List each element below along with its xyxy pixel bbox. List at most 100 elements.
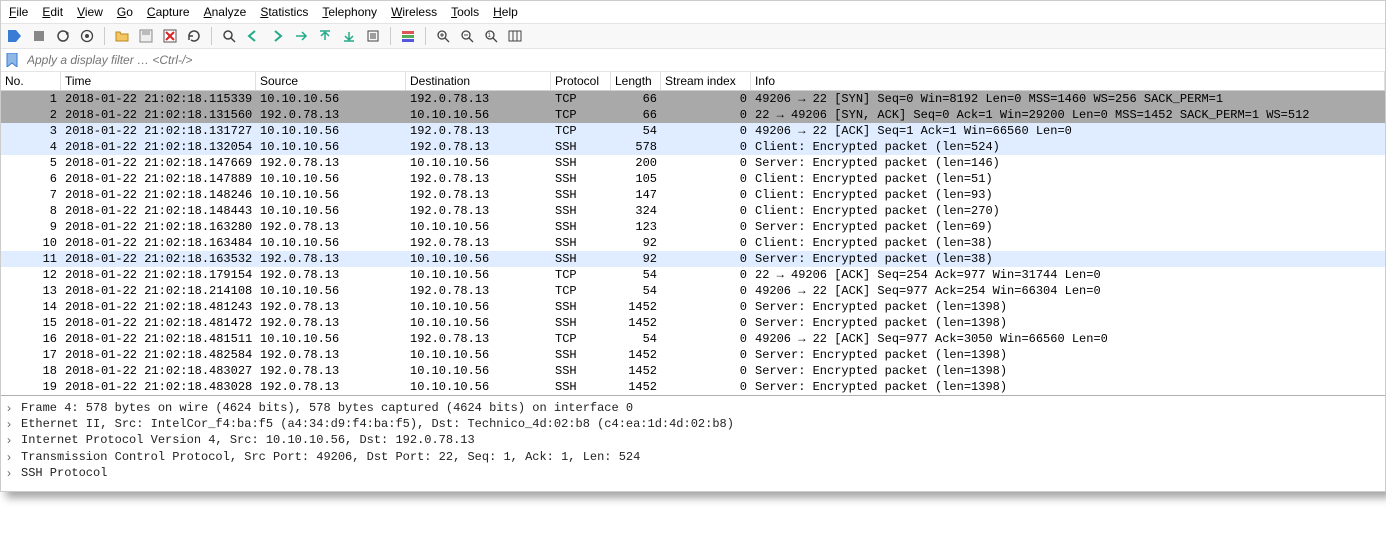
start-capture-icon[interactable] [5, 26, 25, 46]
detail-text: Transmission Control Protocol, Src Port:… [21, 449, 640, 465]
cell-time: 2018-01-22 21:02:18.179154 [61, 267, 256, 283]
cell-dest: 192.0.78.13 [406, 171, 551, 187]
packet-row[interactable]: 172018-01-22 21:02:18.482584192.0.78.131… [1, 347, 1385, 363]
capture-options-icon[interactable] [77, 26, 97, 46]
go-forward-icon[interactable] [267, 26, 287, 46]
open-file-icon[interactable] [112, 26, 132, 46]
restart-capture-icon[interactable] [53, 26, 73, 46]
detail-row[interactable]: ›Internet Protocol Version 4, Src: 10.10… [7, 432, 1379, 448]
packet-row[interactable]: 12018-01-22 21:02:18.11533910.10.10.5619… [1, 91, 1385, 107]
cell-info: Client: Encrypted packet (len=270) [751, 203, 1385, 219]
col-header-info[interactable]: Info [751, 72, 1385, 90]
col-header-time[interactable]: Time [61, 72, 256, 90]
packet-row[interactable]: 102018-01-22 21:02:18.16348410.10.10.561… [1, 235, 1385, 251]
cell-source: 192.0.78.13 [256, 219, 406, 235]
go-last-icon[interactable] [339, 26, 359, 46]
packet-row[interactable]: 92018-01-22 21:02:18.163280192.0.78.1310… [1, 219, 1385, 235]
col-header-proto[interactable]: Protocol [551, 72, 611, 90]
packet-row[interactable]: 142018-01-22 21:02:18.481243192.0.78.131… [1, 299, 1385, 315]
packet-list-header[interactable]: No. Time Source Destination Protocol Len… [1, 72, 1385, 91]
find-packet-icon[interactable] [219, 26, 239, 46]
packet-row[interactable]: 32018-01-22 21:02:18.13172710.10.10.5619… [1, 123, 1385, 139]
cell-time: 2018-01-22 21:02:18.214108 [61, 283, 256, 299]
cell-time: 2018-01-22 21:02:18.482584 [61, 347, 256, 363]
packet-row[interactable]: 62018-01-22 21:02:18.14788910.10.10.5619… [1, 171, 1385, 187]
expand-icon[interactable]: › [7, 449, 19, 465]
cell-source: 192.0.78.13 [256, 107, 406, 123]
cell-time: 2018-01-22 21:02:18.163484 [61, 235, 256, 251]
auto-scroll-icon[interactable] [363, 26, 383, 46]
close-file-icon[interactable] [160, 26, 180, 46]
menu-help[interactable]: Help [493, 5, 518, 19]
packet-row[interactable]: 192018-01-22 21:02:18.483028192.0.78.131… [1, 379, 1385, 395]
zoom-reset-icon[interactable]: 1 [481, 26, 501, 46]
menu-tools[interactable]: Tools [451, 5, 479, 19]
cell-info: Server: Encrypted packet (len=1398) [751, 363, 1385, 379]
menu-analyze[interactable]: Analyze [204, 5, 247, 19]
menu-statistics[interactable]: Statistics [260, 5, 308, 19]
col-header-len[interactable]: Length [611, 72, 661, 90]
packet-row[interactable]: 182018-01-22 21:02:18.483027192.0.78.131… [1, 363, 1385, 379]
menu-go[interactable]: Go [117, 5, 133, 19]
menu-capture[interactable]: Capture [147, 5, 190, 19]
col-header-source[interactable]: Source [256, 72, 406, 90]
zoom-out-icon[interactable] [457, 26, 477, 46]
packet-row[interactable]: 122018-01-22 21:02:18.179154192.0.78.131… [1, 267, 1385, 283]
colorize-icon[interactable] [398, 26, 418, 46]
display-filter-input[interactable] [23, 51, 1381, 69]
packet-row[interactable]: 82018-01-22 21:02:18.14844310.10.10.5619… [1, 203, 1385, 219]
packet-row[interactable]: 112018-01-22 21:02:18.163532192.0.78.131… [1, 251, 1385, 267]
cell-info: Server: Encrypted packet (len=1398) [751, 379, 1385, 395]
detail-row[interactable]: ›Transmission Control Protocol, Src Port… [7, 449, 1379, 465]
col-header-no[interactable]: No. [1, 72, 61, 90]
detail-row[interactable]: ›SSH Protocol [7, 465, 1379, 481]
packet-row[interactable]: 22018-01-22 21:02:18.131560192.0.78.1310… [1, 107, 1385, 123]
cell-info: 49206 → 22 [ACK] Seq=1 Ack=1 Win=66560 L… [751, 123, 1385, 139]
menu-file[interactable]: File [9, 5, 28, 19]
packet-row[interactable]: 72018-01-22 21:02:18.14824610.10.10.5619… [1, 187, 1385, 203]
packet-row[interactable]: 132018-01-22 21:02:18.21410810.10.10.561… [1, 283, 1385, 299]
stop-capture-icon[interactable] [29, 26, 49, 46]
cell-info: Server: Encrypted packet (len=69) [751, 219, 1385, 235]
cell-source: 10.10.10.56 [256, 187, 406, 203]
go-to-packet-icon[interactable] [291, 26, 311, 46]
reload-icon[interactable] [184, 26, 204, 46]
packet-row[interactable]: 52018-01-22 21:02:18.147669192.0.78.1310… [1, 155, 1385, 171]
save-file-icon[interactable] [136, 26, 156, 46]
menu-edit[interactable]: Edit [42, 5, 63, 19]
cell-len: 578 [611, 139, 661, 155]
cell-dest: 10.10.10.56 [406, 219, 551, 235]
go-back-icon[interactable] [243, 26, 263, 46]
cell-stream: 0 [661, 107, 751, 123]
bookmark-icon[interactable] [5, 53, 19, 67]
packet-row[interactable]: 152018-01-22 21:02:18.481472192.0.78.131… [1, 315, 1385, 331]
cell-proto: SSH [551, 315, 611, 331]
cell-no: 1 [1, 91, 61, 107]
go-first-icon[interactable] [315, 26, 335, 46]
cell-dest: 10.10.10.56 [406, 107, 551, 123]
cell-no: 19 [1, 379, 61, 395]
expand-icon[interactable]: › [7, 416, 19, 432]
packet-row[interactable]: 162018-01-22 21:02:18.48151110.10.10.561… [1, 331, 1385, 347]
menu-view[interactable]: View [77, 5, 103, 19]
packet-list[interactable]: No. Time Source Destination Protocol Len… [1, 72, 1385, 395]
toolbar-separator [425, 27, 426, 45]
col-header-dest[interactable]: Destination [406, 72, 551, 90]
cell-len: 147 [611, 187, 661, 203]
detail-row[interactable]: ›Frame 4: 578 bytes on wire (4624 bits),… [7, 400, 1379, 416]
packet-details-pane[interactable]: ›Frame 4: 578 bytes on wire (4624 bits),… [1, 395, 1385, 491]
expand-icon[interactable]: › [7, 465, 19, 481]
col-header-stream[interactable]: Stream index [661, 72, 751, 90]
cell-dest: 192.0.78.13 [406, 283, 551, 299]
cell-len: 324 [611, 203, 661, 219]
resize-columns-icon[interactable] [505, 26, 525, 46]
packet-row[interactable]: 42018-01-22 21:02:18.13205410.10.10.5619… [1, 139, 1385, 155]
cell-len: 66 [611, 107, 661, 123]
zoom-in-icon[interactable] [433, 26, 453, 46]
expand-icon[interactable]: › [7, 432, 19, 448]
menu-wireless[interactable]: Wireless [391, 5, 437, 19]
cell-info: Server: Encrypted packet (len=1398) [751, 315, 1385, 331]
detail-row[interactable]: ›Ethernet II, Src: IntelCor_f4:ba:f5 (a4… [7, 416, 1379, 432]
menu-telephony[interactable]: Telephony [322, 5, 377, 19]
expand-icon[interactable]: › [7, 400, 19, 416]
